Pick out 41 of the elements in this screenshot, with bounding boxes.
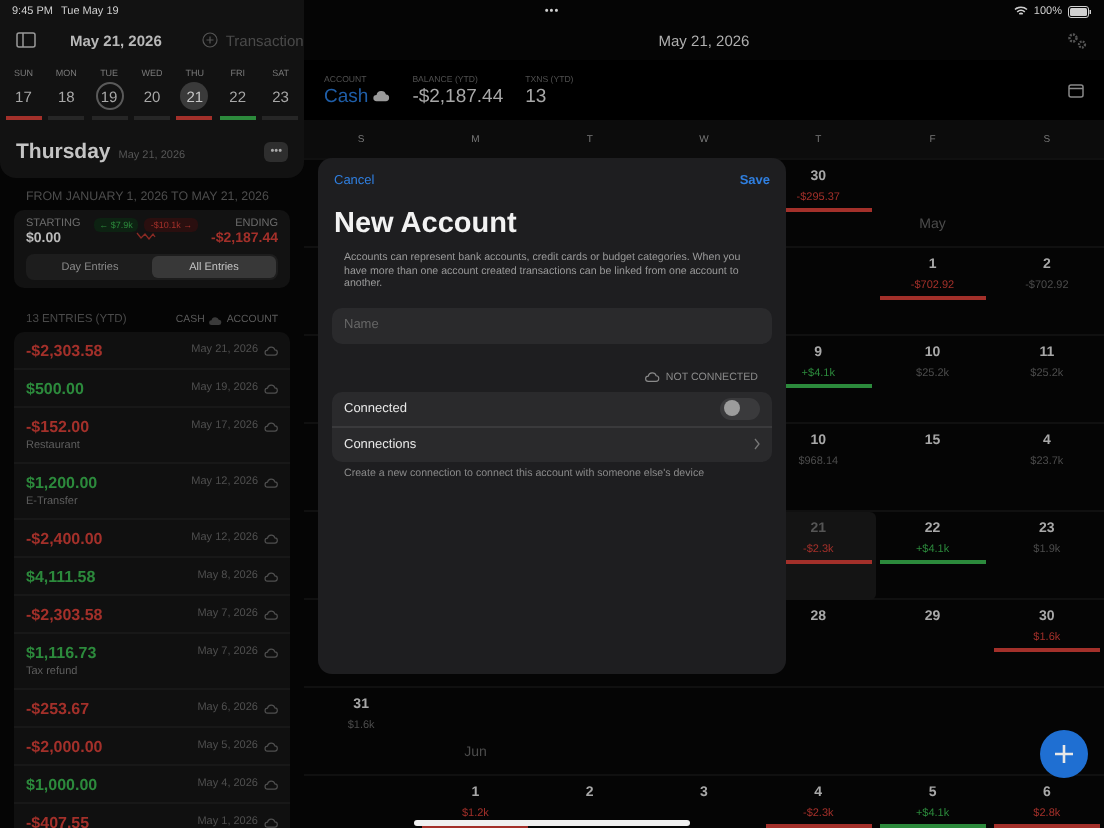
dialog-title: New Account xyxy=(334,208,519,240)
plus-circle-icon[interactable] xyxy=(201,32,218,48)
entry-amount: $500.00 xyxy=(26,379,84,397)
trend-line-icon xyxy=(135,232,156,240)
cloud-icon xyxy=(264,609,278,619)
balance-value: -$2,187.44 xyxy=(412,85,504,107)
entry-amount: -$2,400.00 xyxy=(26,529,103,547)
cloud-icon xyxy=(264,421,278,431)
entry-amount: -$2,303.58 xyxy=(26,341,103,359)
entry-amount: -$407.55 xyxy=(26,813,90,828)
cloud-icon xyxy=(264,533,278,543)
entry-amount: -$2,303.58 xyxy=(26,605,103,623)
entry-amount: -$152.00 xyxy=(26,417,90,435)
cloud-icon xyxy=(264,703,278,713)
entry-amount: $1,116.73 xyxy=(26,643,97,661)
cloud-icon xyxy=(208,315,223,325)
transactions-count: 13 xyxy=(525,85,549,107)
cloud-icon xyxy=(264,779,278,789)
battery-icon xyxy=(1068,5,1092,17)
cloud-icon xyxy=(264,571,278,581)
wifi-icon xyxy=(1013,6,1028,16)
entry-amount: -$253.67 xyxy=(26,699,90,717)
cloud-icon xyxy=(372,90,391,102)
entry-amount: -$2,000.00 xyxy=(26,737,103,755)
toggle-switch[interactable] xyxy=(720,397,760,420)
cloud-icon xyxy=(264,345,278,355)
cloud-icon xyxy=(264,477,278,487)
chevron-right-icon xyxy=(754,438,760,451)
plus-icon xyxy=(1054,744,1074,764)
sidebar-icon[interactable] xyxy=(16,32,36,48)
cloud-icon xyxy=(264,647,278,657)
entry-amount: $1,000.00 xyxy=(26,775,98,793)
cloud-icon xyxy=(264,383,278,393)
day-title: Thursday xyxy=(16,140,111,164)
settings-icon[interactable] xyxy=(1066,32,1088,50)
entry-amount: $4,111.58 xyxy=(26,567,96,585)
cloud-icon xyxy=(643,372,660,383)
cloud-icon xyxy=(264,817,278,827)
calendar-icon[interactable] xyxy=(1068,83,1084,97)
entry-amount: $1,200.00 xyxy=(26,473,98,491)
cloud-icon xyxy=(264,741,278,751)
